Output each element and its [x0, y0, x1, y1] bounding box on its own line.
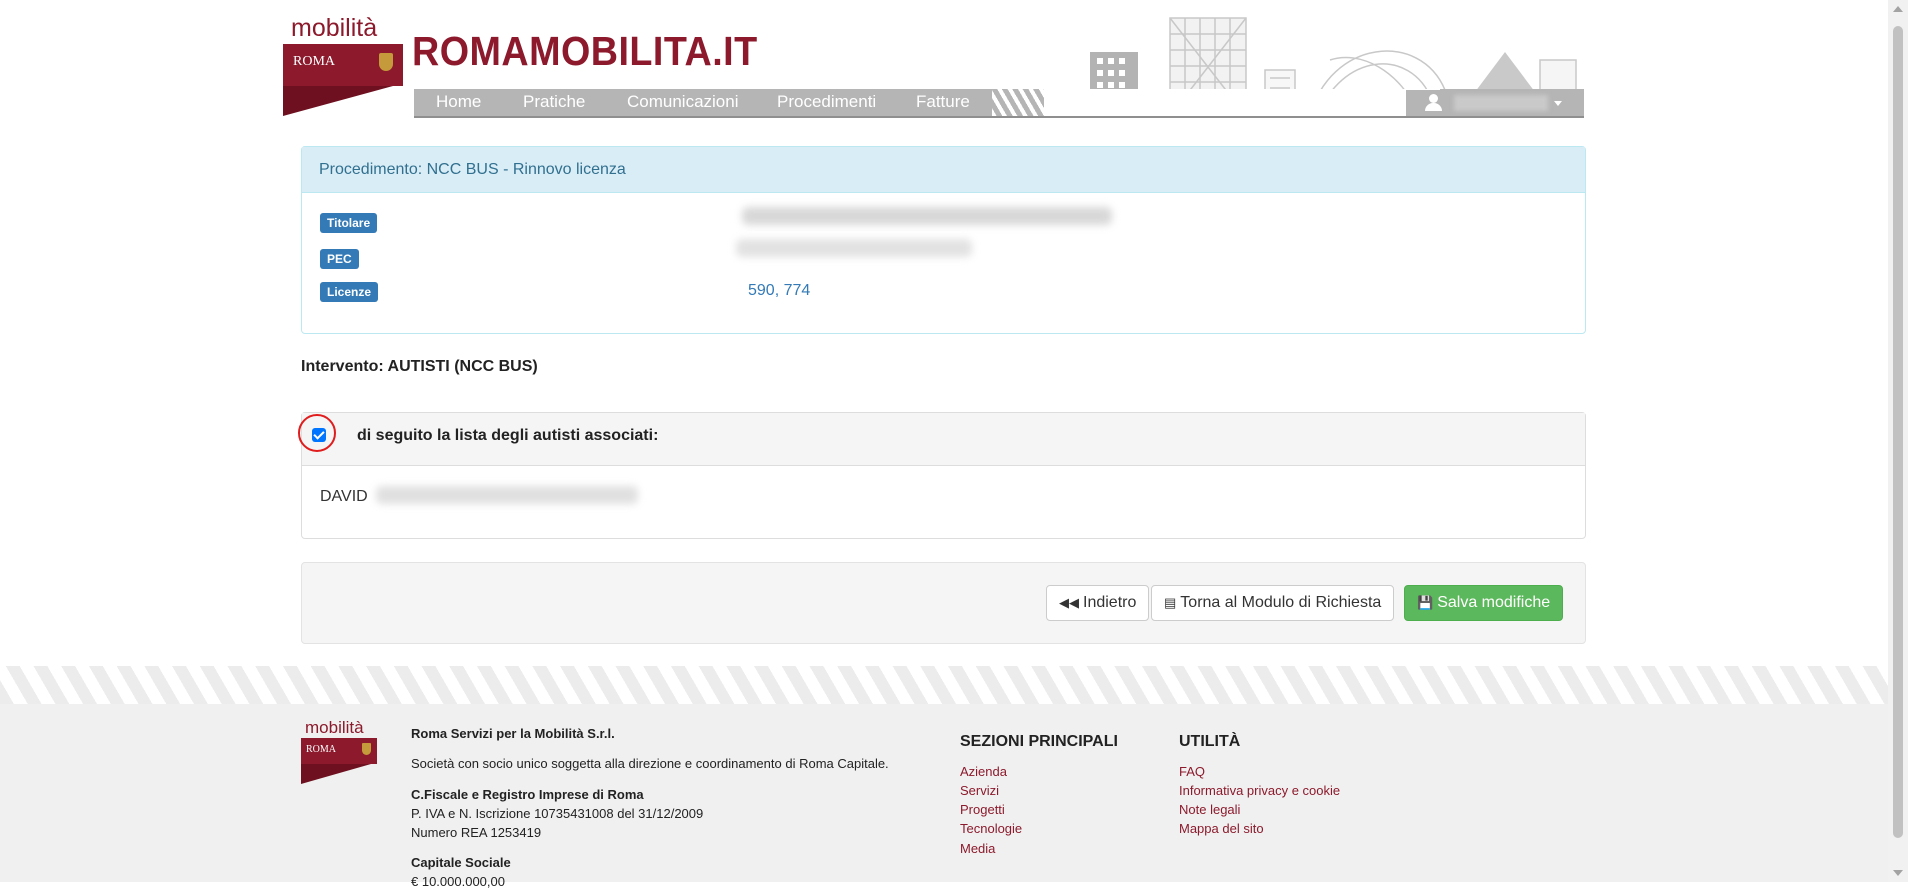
- footer-stripes: [0, 666, 1888, 704]
- page: mobilità ROMA ROMAMOBILITA.IT Home Prati…: [0, 0, 1888, 889]
- footer-logo[interactable]: mobilità ROMA: [301, 718, 377, 784]
- caret-down-icon: [1554, 101, 1562, 106]
- footer-crest-icon: [362, 743, 371, 755]
- procedimento-panel: Procedimento: NCC BUS - Rinnovo licenza …: [301, 146, 1586, 334]
- nav-home[interactable]: Home: [436, 92, 481, 112]
- autisti-checkbox-label: di seguito la lista degli autisti associ…: [357, 427, 659, 444]
- page-scrollbar[interactable]: [1888, 0, 1908, 882]
- navbar-stripes: [992, 89, 1044, 116]
- floppy-disk-icon: 💾: [1417, 595, 1434, 610]
- footer-link-mappa[interactable]: Mappa del sito: [1179, 821, 1264, 836]
- footer-link-tecnologie[interactable]: Tecnologie: [960, 821, 1022, 836]
- intervento-title: Intervento: AUTISTI (NCC BUS): [301, 358, 538, 375]
- fast-backward-icon: ◀◀: [1059, 595, 1079, 610]
- nav-comunicazioni[interactable]: Comunicazioni: [627, 92, 739, 112]
- licenze-value[interactable]: 590, 774: [748, 282, 810, 300]
- id-card-icon: ▤: [1164, 595, 1177, 610]
- procedimento-heading: Procedimento: NCC BUS - Rinnovo licenza: [302, 147, 1585, 193]
- driver-details-redacted: [376, 486, 639, 504]
- checkbox-highlight-circle: [298, 414, 336, 452]
- footer-link-media[interactable]: Media: [960, 841, 995, 856]
- back-button[interactable]: ◀◀ Indietro: [1046, 585, 1150, 621]
- back-to-module-label: Torna al Modulo di Richiesta: [1180, 594, 1382, 611]
- driver-entry: DAVID: [320, 483, 639, 506]
- save-button[interactable]: 💾 Salva modifiche: [1404, 585, 1564, 621]
- user-menu[interactable]: [1406, 90, 1584, 116]
- footer-logo-roma: ROMA: [306, 744, 337, 755]
- footer-link-privacy[interactable]: Informativa privacy e cookie: [1179, 783, 1340, 798]
- user-icon: [1424, 94, 1442, 112]
- footer-logo-word: mobilità: [305, 718, 364, 737]
- autisti-panel-heading: di seguito la lista degli autisti associ…: [298, 413, 1585, 466]
- back-button-label: Indietro: [1083, 594, 1137, 611]
- titolare-badge: Titolare: [320, 213, 378, 233]
- autisti-panel: di seguito la lista degli autisti associ…: [298, 412, 1586, 539]
- footer-sections-title: SEZIONI PRINCIPALI: [960, 733, 1118, 750]
- nav-fatture[interactable]: Fatture: [916, 92, 970, 112]
- nav-pratiche[interactable]: Pratiche: [523, 92, 585, 112]
- pec-value-redacted: [736, 239, 972, 257]
- licenze-badge: Licenze: [320, 282, 379, 302]
- footer-capitale-title: Capitale Sociale: [411, 855, 511, 870]
- footer-utility-title: UTILITÀ: [1179, 733, 1241, 750]
- user-name-redacted: [1454, 95, 1548, 111]
- nav-procedimenti[interactable]: Procedimenti: [777, 92, 876, 112]
- footer-company: Roma Servizi per la Mobilità S.r.l.: [411, 726, 615, 741]
- footer-link-progetti[interactable]: Progetti: [960, 802, 1005, 817]
- footer-rea: Numero REA 1253419: [411, 825, 542, 840]
- scrollbar-thumb[interactable]: [1893, 26, 1903, 838]
- footer-description: Società con socio unico soggetta alla di…: [411, 756, 889, 771]
- footer-piva: P. IVA e N. Iscrizione 10735431008 del 3…: [411, 806, 704, 821]
- footer-logo-ribbon: [301, 764, 371, 784]
- footer-link-azienda[interactable]: Azienda: [960, 764, 1007, 779]
- scroll-down-arrow-icon[interactable]: [1893, 870, 1903, 876]
- pec-badge: PEC: [320, 249, 359, 269]
- scroll-up-arrow-icon[interactable]: [1893, 6, 1903, 12]
- back-to-module-button[interactable]: ▤ Torna al Modulo di Richiesta: [1151, 585, 1395, 621]
- footer-link-note-legali[interactable]: Note legali: [1179, 802, 1240, 817]
- driver-first-name: DAVID: [320, 488, 368, 505]
- form-actions: ◀◀ Indietro ▤ Torna al Modulo di Richiesta…: [301, 562, 1586, 644]
- footer-link-servizi[interactable]: Servizi: [960, 783, 999, 798]
- navbar-gap: [1044, 89, 1440, 116]
- footer: mobilità ROMA Roma Servizi per la Mobili…: [0, 704, 1888, 889]
- save-button-label: Salva modifiche: [1437, 594, 1551, 611]
- titolare-value-redacted: [742, 207, 1112, 225]
- footer-fiscal-title: C.Fiscale e Registro Imprese di Roma: [411, 787, 644, 802]
- footer-link-faq[interactable]: FAQ: [1179, 764, 1205, 779]
